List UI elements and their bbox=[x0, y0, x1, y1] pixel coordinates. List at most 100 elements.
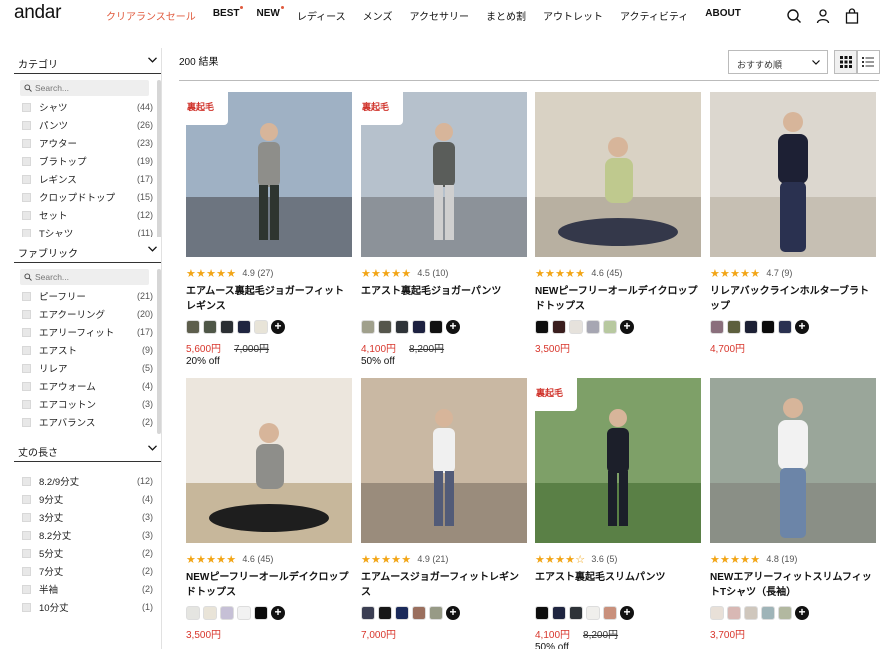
color-swatch[interactable] bbox=[744, 606, 758, 620]
more-colors-icon[interactable]: + bbox=[620, 320, 634, 334]
filter-option[interactable]: エアウォーム (4) bbox=[14, 377, 161, 395]
filter-option[interactable]: Tシャツ (11) bbox=[14, 224, 161, 237]
more-colors-icon[interactable]: + bbox=[620, 606, 634, 620]
nav-item[interactable]: ABOUT bbox=[705, 8, 741, 23]
color-swatch[interactable] bbox=[761, 606, 775, 620]
grid-view-button[interactable] bbox=[834, 50, 858, 74]
product-card[interactable]: ★★★★★ 4.6 (45) NEWピーフリーオールデイクロップドトップス +3,50… bbox=[535, 92, 701, 355]
color-swatch[interactable] bbox=[203, 606, 217, 620]
product-image[interactable] bbox=[361, 378, 527, 543]
filter-option[interactable]: クロップドトップ (15) bbox=[14, 188, 161, 206]
product-card[interactable]: ★★★★★ 4.8 (19) NEWエアリーフィットスリムフィットTシャツ（長袖） +… bbox=[710, 378, 876, 641]
color-swatch[interactable] bbox=[569, 320, 583, 334]
checkbox[interactable] bbox=[22, 345, 31, 355]
filter-section-header[interactable]: ファブリック bbox=[14, 237, 161, 263]
color-swatch[interactable] bbox=[429, 320, 443, 334]
filter-option[interactable]: エアコットン (3) bbox=[14, 395, 161, 413]
checkbox[interactable] bbox=[22, 210, 31, 220]
filter-option[interactable]: アウター (23) bbox=[14, 134, 161, 152]
color-swatch[interactable] bbox=[761, 320, 775, 334]
color-swatch[interactable] bbox=[361, 320, 375, 334]
product-image[interactable] bbox=[186, 378, 352, 543]
checkbox[interactable] bbox=[22, 530, 31, 540]
nav-item[interactable]: アウトレット bbox=[543, 8, 603, 23]
filter-option[interactable]: レギンス (17) bbox=[14, 170, 161, 188]
nav-item[interactable]: BEST bbox=[213, 6, 244, 23]
nav-item[interactable]: まとめ割 bbox=[486, 8, 526, 23]
checkbox[interactable] bbox=[22, 417, 31, 427]
search-icon[interactable] bbox=[786, 8, 802, 24]
checkbox[interactable] bbox=[22, 291, 31, 301]
more-colors-icon[interactable]: + bbox=[795, 606, 809, 620]
checkbox[interactable] bbox=[22, 120, 31, 130]
checkbox[interactable] bbox=[22, 156, 31, 166]
color-swatch[interactable] bbox=[237, 320, 251, 334]
filter-option[interactable]: パンツ (26) bbox=[14, 116, 161, 134]
color-swatch[interactable] bbox=[361, 606, 375, 620]
color-swatch[interactable] bbox=[535, 606, 549, 620]
color-swatch[interactable] bbox=[603, 606, 617, 620]
color-swatch[interactable] bbox=[220, 320, 234, 334]
product-image[interactable] bbox=[535, 92, 701, 257]
checkbox[interactable] bbox=[22, 566, 31, 576]
product-name[interactable]: エアスト裏起毛スリムパンツ bbox=[535, 570, 701, 600]
filter-search-input[interactable]: Search... bbox=[20, 269, 149, 285]
product-card[interactable]: 裏起毛 ★★★★☆ 3.6 (5) エアスト裏起毛スリムパンツ +4,100円 8,200… bbox=[535, 378, 701, 649]
product-name[interactable]: エアムースジョガーフィットレギンス bbox=[361, 570, 527, 600]
cart-icon[interactable] bbox=[844, 8, 860, 24]
color-swatch[interactable] bbox=[586, 320, 600, 334]
color-swatch[interactable] bbox=[254, 606, 268, 620]
product-name[interactable]: エアムース裏起毛ジョガーフィットレギンス bbox=[186, 284, 352, 314]
product-name[interactable]: エアスト裏起毛ジョガーパンツ bbox=[361, 284, 527, 314]
scrollbar[interactable] bbox=[157, 269, 161, 434]
color-swatch[interactable] bbox=[378, 320, 392, 334]
product-image[interactable] bbox=[710, 92, 876, 257]
more-colors-icon[interactable]: + bbox=[795, 320, 809, 334]
nav-item[interactable]: クリアランスセール bbox=[106, 8, 196, 23]
logo[interactable]: andar bbox=[14, 2, 61, 24]
filter-section-header[interactable]: 丈の長さ bbox=[14, 436, 161, 462]
more-colors-icon[interactable]: + bbox=[271, 320, 285, 334]
color-swatch[interactable] bbox=[395, 320, 409, 334]
list-view-button[interactable] bbox=[856, 50, 880, 74]
color-swatch[interactable] bbox=[254, 320, 268, 334]
color-swatch[interactable] bbox=[569, 606, 583, 620]
product-card[interactable]: 裏起毛 ★★★★★ 4.9 (27) エアムース裏起毛ジョガーフィットレギンス +5,6… bbox=[186, 92, 352, 367]
color-swatch[interactable] bbox=[552, 606, 566, 620]
filter-option[interactable]: 8.2/9分丈 (12) bbox=[14, 472, 161, 490]
color-swatch[interactable] bbox=[603, 320, 617, 334]
checkbox[interactable] bbox=[22, 327, 31, 337]
product-name[interactable]: NEWピーフリーオールデイクロップドトップス bbox=[186, 570, 352, 600]
filter-option[interactable]: 3分丈 (3) bbox=[14, 508, 161, 526]
filter-option[interactable]: 9分丈 (4) bbox=[14, 490, 161, 508]
product-image[interactable]: 裏起毛 bbox=[361, 92, 527, 257]
filter-option[interactable]: ブラトップ (19) bbox=[14, 152, 161, 170]
checkbox[interactable] bbox=[22, 494, 31, 504]
filter-option[interactable]: セット (12) bbox=[14, 206, 161, 224]
product-name[interactable]: NEWエアリーフィットスリムフィットTシャツ（長袖） bbox=[710, 570, 876, 600]
more-colors-icon[interactable]: + bbox=[446, 320, 460, 334]
color-swatch[interactable] bbox=[220, 606, 234, 620]
checkbox[interactable] bbox=[22, 584, 31, 594]
color-swatch[interactable] bbox=[412, 320, 426, 334]
filter-option[interactable]: エアクーリング (20) bbox=[14, 305, 161, 323]
color-swatch[interactable] bbox=[203, 320, 217, 334]
scrollbar[interactable] bbox=[157, 80, 161, 237]
product-card[interactable]: ★★★★★ 4.6 (45) NEWピーフリーオールデイクロップドトップス +3,50… bbox=[186, 378, 352, 641]
filter-section-header[interactable]: カテゴリ bbox=[14, 48, 161, 74]
checkbox[interactable] bbox=[22, 548, 31, 558]
product-card[interactable]: ★★★★★ 4.7 (9) リレアバックラインホルターブラトップ +4,700円 bbox=[710, 92, 876, 355]
product-image[interactable] bbox=[710, 378, 876, 543]
filter-option[interactable]: ピーフリー (21) bbox=[14, 287, 161, 305]
checkbox[interactable] bbox=[22, 363, 31, 373]
color-swatch[interactable] bbox=[395, 606, 409, 620]
checkbox[interactable] bbox=[22, 102, 31, 112]
color-swatch[interactable] bbox=[378, 606, 392, 620]
filter-option[interactable]: 7分丈 (2) bbox=[14, 562, 161, 580]
color-swatch[interactable] bbox=[412, 606, 426, 620]
more-colors-icon[interactable]: + bbox=[446, 606, 460, 620]
checkbox[interactable] bbox=[22, 174, 31, 184]
sort-dropdown[interactable]: おすすめ順 bbox=[728, 50, 828, 74]
color-swatch[interactable] bbox=[778, 320, 792, 334]
filter-option[interactable]: 10分丈 (1) bbox=[14, 598, 161, 616]
